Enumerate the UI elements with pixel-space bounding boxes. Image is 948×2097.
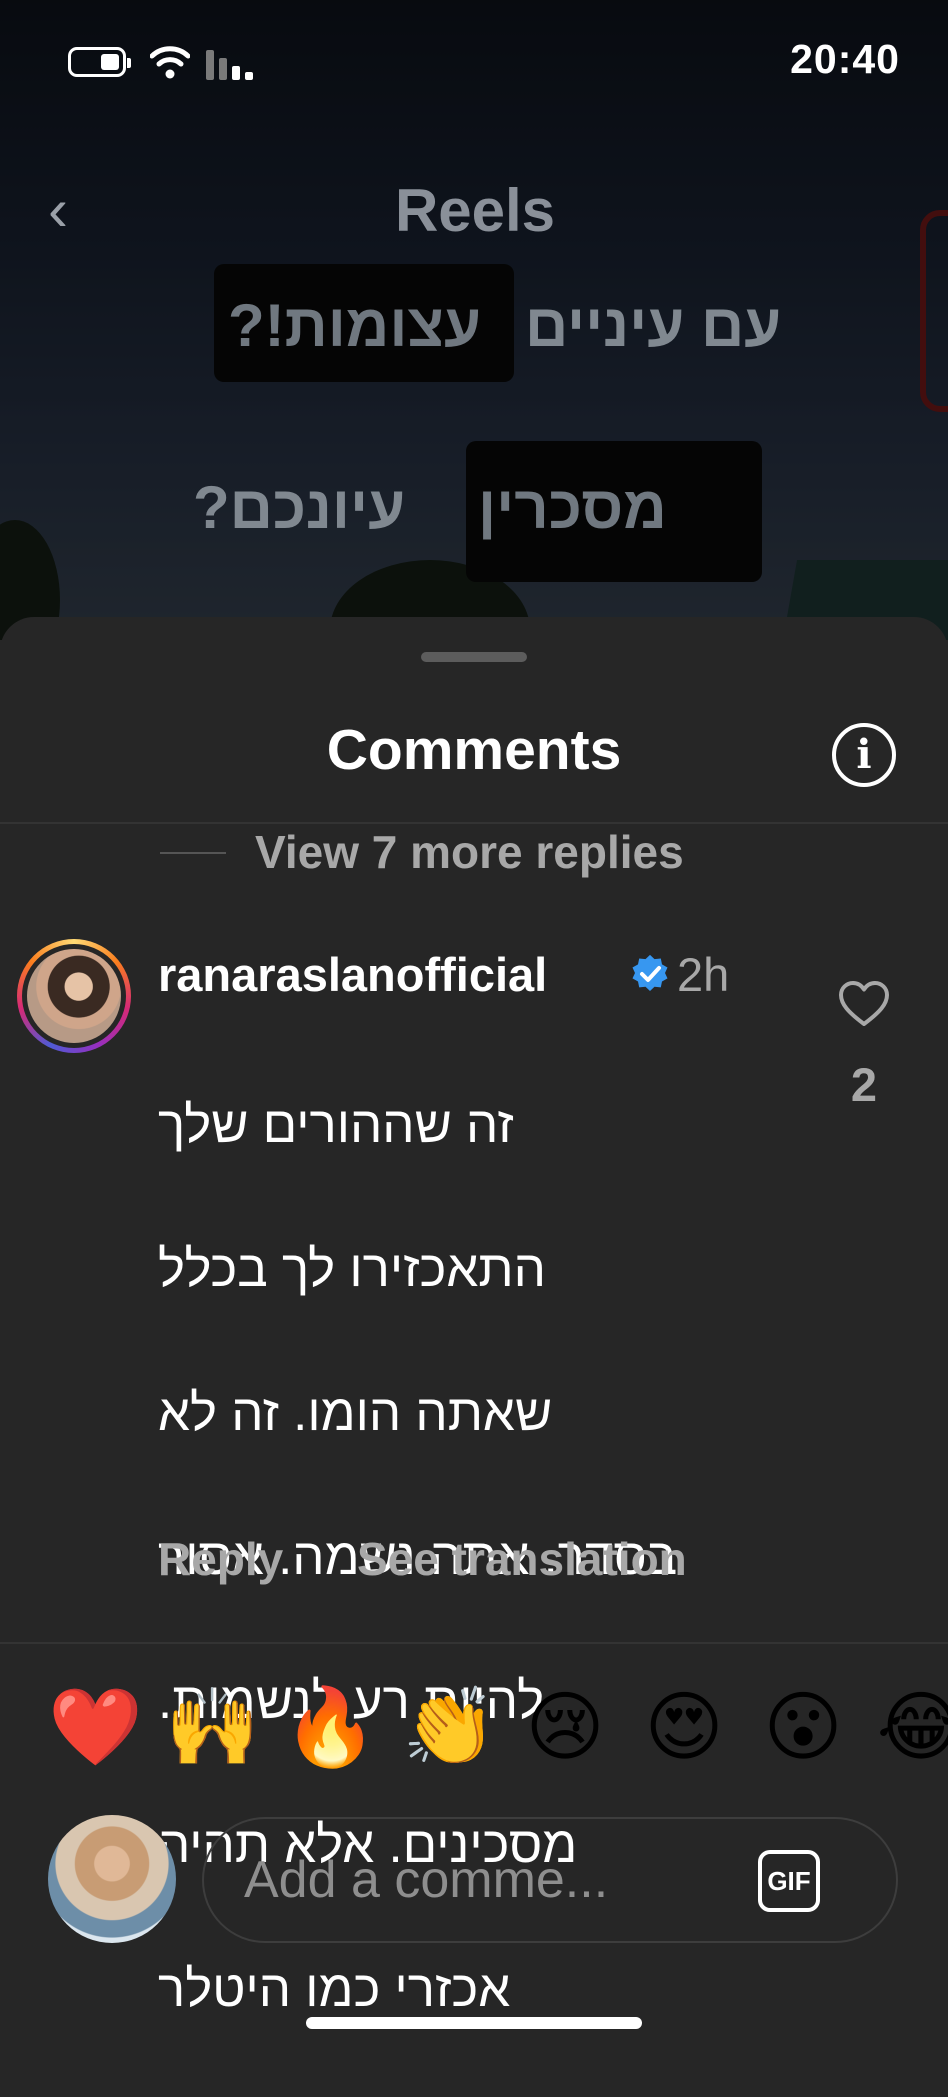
reaction-surprised-emoji[interactable]: 😮 — [758, 1682, 848, 1772]
comment-text-line: אכזרי כמו היטלר — [158, 1960, 511, 2017]
reaction-heart-eyes-emoji[interactable]: 😍 — [639, 1682, 729, 1772]
heart-icon[interactable] — [838, 980, 890, 1028]
battery-icon — [68, 47, 131, 77]
sheet-drag-handle[interactable] — [421, 652, 527, 662]
reply-button[interactable]: Reply — [158, 1532, 283, 1586]
caption-word: עצומות!? — [228, 292, 482, 359]
comment-input[interactable] — [242, 1841, 716, 1919]
comment-text-line: התאכזירו לך בכלל — [158, 1240, 546, 1297]
replies-line — [160, 852, 226, 854]
see-translation-button[interactable]: See translation — [357, 1532, 687, 1586]
comments-sheet: Comments i View 7 more replies ranarasla… — [0, 617, 948, 2053]
avatar-photo — [27, 949, 121, 1043]
view-more-replies-button[interactable]: View 7 more replies — [255, 825, 684, 879]
reaction-heart-emoji[interactable]: ❤️ — [48, 1682, 143, 1772]
caption-word: עיונכם? — [193, 474, 406, 541]
reaction-raised-hands-emoji[interactable]: 🙌 — [165, 1682, 260, 1772]
like-count: 2 — [850, 1058, 878, 1111]
caption-word: עם עיניים — [525, 292, 782, 359]
sheet-title: Comments — [326, 718, 622, 782]
divider — [0, 822, 948, 824]
my-avatar — [48, 1815, 176, 1943]
reaction-fire-emoji[interactable]: 🔥 — [283, 1682, 378, 1772]
gif-button[interactable]: GIF — [758, 1850, 820, 1912]
avatar[interactable] — [17, 939, 131, 1053]
caption-word: מסכרין — [478, 474, 667, 541]
page-title: Reels — [394, 177, 556, 244]
status-bar: 20:40 — [0, 0, 948, 124]
chevron-left-icon[interactable]: ‹ — [48, 180, 88, 240]
quick-reactions-bar: ❤️ 🙌 🔥 👏 😢 😍 😮 😂 — [0, 1682, 948, 1782]
comment-input-container[interactable]: GIF — [202, 1817, 898, 1943]
reaction-clap-emoji[interactable]: 👏 — [402, 1682, 497, 1772]
reaction-crying-emoji[interactable]: 😢 — [520, 1682, 610, 1772]
comment-time: 2h — [677, 948, 730, 1001]
divider — [0, 1642, 948, 1644]
comment-text-line: זה שההורים שלך — [158, 1096, 514, 1153]
reaction-laughing-emoji[interactable]: 😂 — [876, 1682, 948, 1772]
verified-badge-icon — [632, 954, 668, 991]
comment-username[interactable]: ranaraslanofficial — [158, 947, 547, 1002]
home-indicator[interactable] — [306, 2017, 642, 2029]
wifi-icon — [150, 46, 190, 79]
cellular-signal-icon — [206, 48, 258, 80]
comment-text-line: שאתה הומו. זה לא — [158, 1384, 553, 1441]
status-time: 20:40 — [790, 36, 900, 82]
info-icon[interactable]: i — [832, 723, 896, 787]
